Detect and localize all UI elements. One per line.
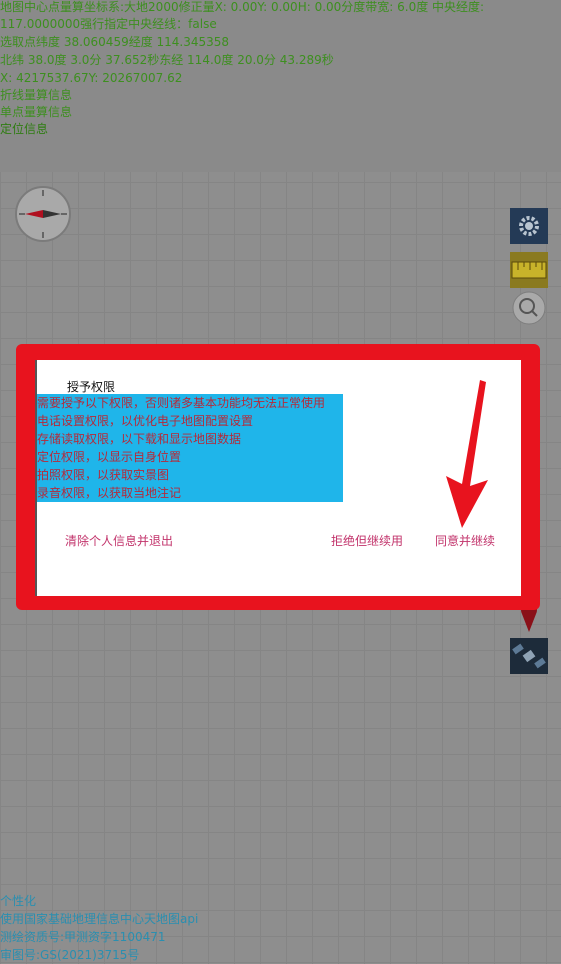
refuse-continue-button[interactable]: 拒绝但继续用 [331, 532, 403, 549]
permission-list: 需要授予以下权限，否则诸多基本功能均无法正常使用 电话设置权限，以优化电子地图配… [37, 394, 343, 502]
permission-item: 电话设置权限，以优化电子地图配置设置 [37, 414, 254, 428]
info-panel: 地图中心点量算坐标系:大地2000修正量X: 0.00Y: 0.00H: 0.0… [0, 0, 561, 172]
gear-icon[interactable] [510, 208, 548, 244]
selected-point-dms: 北纬 38.0度 3.0分 37.652秒东经 114.0度 20.0分 43.… [0, 53, 334, 67]
selected-point-xy: X: 4217537.67Y: 20267007.62 [0, 71, 183, 85]
location-info-link[interactable]: 定位信息 [0, 121, 48, 138]
personalize-link[interactable]: 个性化 [0, 892, 36, 910]
permission-item: 录音权限，以获取当地注记 [37, 486, 182, 500]
dialog-title: 授予权限 [67, 380, 116, 394]
point-measure-link[interactable]: 单点量算信息 [0, 104, 72, 121]
map-center-info: 地图中心点量算坐标系:大地2000修正量X: 0.00Y: 0.00H: 0.0… [0, 0, 485, 14]
satellite-icon[interactable] [510, 638, 548, 674]
selected-point-latlon: 选取点纬度 38.060459经度 114.345358 [0, 35, 230, 49]
compass-icon[interactable] [15, 186, 71, 242]
permission-item: 拍照权限，以获取实景图 [37, 468, 170, 482]
ruler-icon[interactable] [510, 252, 548, 288]
permission-item: 需要授予以下权限，否则诸多基本功能均无法正常使用 [37, 396, 326, 410]
permission-item: 定位权限，以显示自身位置 [37, 450, 182, 464]
permission-item: 存储读取权限，以下载和显示地图数据 [37, 432, 242, 446]
central-meridian-info: 117.0000000强行指定中央经线：false [0, 17, 217, 31]
map-approval-number: 审图号:GS(2021)3715号 [0, 948, 140, 962]
magnifier-icon[interactable] [510, 290, 548, 326]
api-credit: 使用国家基础地理信息中心天地图api [0, 912, 199, 926]
survey-license: 测绘资质号:甲测资字1100471 [0, 930, 166, 944]
annotation-arrow-icon [446, 380, 488, 528]
polyline-measure-link[interactable]: 折线量算信息 [0, 87, 72, 104]
clear-and-exit-button[interactable]: 清除个人信息并退出 [65, 532, 173, 549]
